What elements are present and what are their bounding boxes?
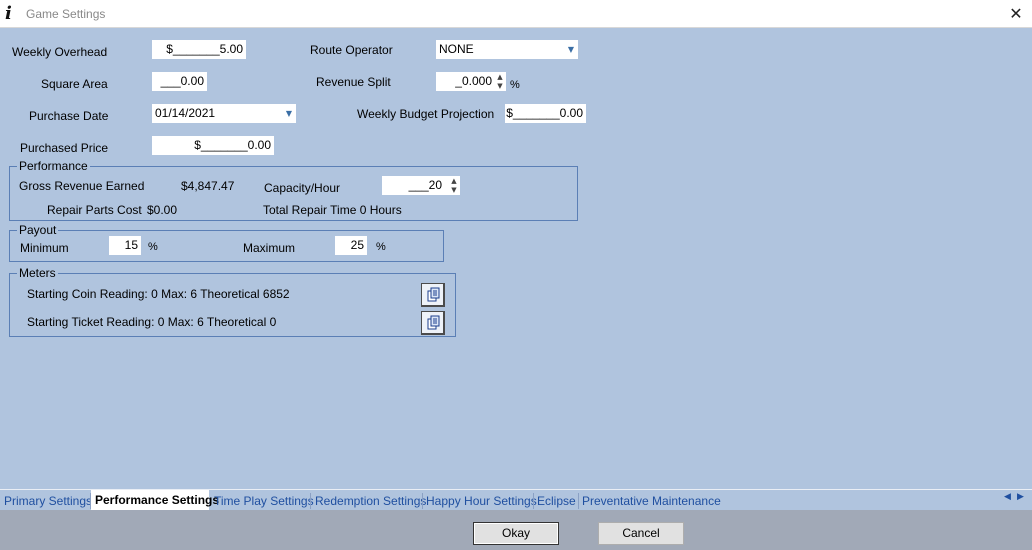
tab-primary-settings[interactable]: Primary Settings xyxy=(0,492,92,510)
weekly-overhead-label: Weekly Overhead xyxy=(12,45,108,59)
square-area-label: Square Area xyxy=(41,77,108,91)
stepper-down-icon[interactable]: ▼ xyxy=(496,82,504,90)
payout-maximum-field[interactable]: 25 xyxy=(335,236,367,255)
stepper-up-icon[interactable]: ▲ xyxy=(450,177,458,185)
dialog-button-bar: Okay Cancel xyxy=(0,510,1032,550)
route-operator-value: NONE xyxy=(439,42,474,56)
capacity-value: ___20 xyxy=(408,178,442,192)
clipboard-icon xyxy=(427,315,440,330)
meters-group-title: Meters xyxy=(17,266,58,280)
stepper-down-icon[interactable]: ▼ xyxy=(450,186,458,194)
gross-revenue-label: Gross Revenue Earned xyxy=(19,179,145,193)
payout-group-title: Payout xyxy=(17,223,59,237)
tab-scroll-left-icon[interactable]: ◀ xyxy=(1004,492,1011,502)
chevron-down-icon[interactable]: ▼ xyxy=(286,104,292,123)
okay-button[interactable]: Okay xyxy=(473,522,559,545)
title-bar: i Game Settings ✕ xyxy=(0,0,1032,28)
ticket-meter-button[interactable] xyxy=(421,311,445,335)
tab-performance-settings[interactable]: Performance Settings xyxy=(91,490,219,511)
purchased-price-label: Purchased Price xyxy=(20,141,109,155)
purchased-price-field[interactable]: $_______0.00 xyxy=(152,136,274,155)
payout-maximum-unit: % xyxy=(376,241,386,253)
weekly-budget-label: Weekly Budget Projection xyxy=(357,107,495,121)
clipboard-icon xyxy=(427,287,440,302)
route-operator-select[interactable]: NONE ▼ xyxy=(436,40,578,59)
tab-strip: Primary Settings Performance Settings Ti… xyxy=(0,489,1032,511)
tab-scroll-right-icon[interactable]: ▶ xyxy=(1017,492,1024,502)
revenue-split-value: _0.000 xyxy=(455,74,492,88)
performance-group-title: Performance xyxy=(17,159,90,173)
purchase-date-label: Purchase Date xyxy=(29,109,109,123)
payout-maximum-label: Maximum xyxy=(243,241,296,255)
revenue-split-stepper[interactable]: _0.000 ▲ ▼ xyxy=(436,72,506,91)
capacity-label: Capacity/Hour xyxy=(264,181,341,195)
revenue-split-unit: % xyxy=(510,79,520,91)
weekly-budget-field[interactable]: $_______0.00 xyxy=(505,104,586,123)
revenue-split-label: Revenue Split xyxy=(316,75,391,89)
repair-parts-label: Repair Parts Cost xyxy=(47,203,142,217)
weekly-overhead-field[interactable]: $_______5.00 xyxy=(152,40,246,59)
window-title: Game Settings xyxy=(26,7,106,21)
stepper-up-icon[interactable]: ▲ xyxy=(496,73,504,81)
coin-meter-button[interactable] xyxy=(421,283,445,307)
tab-preventative-maintenance[interactable]: Preventative Maintenance xyxy=(578,492,721,510)
tab-happy-hour-settings[interactable]: Happy Hour Settings xyxy=(422,492,537,510)
tab-redemption-settings[interactable]: Redemption Settings xyxy=(311,492,426,510)
payout-minimum-label: Minimum xyxy=(20,241,69,255)
cancel-button[interactable]: Cancel xyxy=(598,522,684,545)
ticket-reading-text: Starting Ticket Reading: 0 Max: 6 Theore… xyxy=(27,315,277,329)
capacity-stepper[interactable]: ___20 ▲ ▼ xyxy=(382,176,460,195)
repair-parts-value: $0.00 xyxy=(147,203,178,217)
payout-minimum-field[interactable]: 15 xyxy=(109,236,141,255)
square-area-field[interactable]: ___0.00 xyxy=(152,72,207,91)
tab-time-play-settings[interactable]: Time Play Settings xyxy=(210,492,314,510)
gross-revenue-value: $4,847.47 xyxy=(181,179,235,193)
purchase-date-picker[interactable]: 01/14/2021 ▼ xyxy=(152,104,296,123)
purchase-date-value: 01/14/2021 xyxy=(155,106,216,120)
payout-minimum-unit: % xyxy=(148,241,158,253)
close-icon[interactable]: ✕ xyxy=(1000,0,1032,28)
info-i-icon: i xyxy=(5,3,12,24)
chevron-down-icon[interactable]: ▼ xyxy=(568,40,574,59)
route-operator-label: Route Operator xyxy=(310,43,393,57)
repair-time-text: Total Repair Time 0 Hours xyxy=(263,203,402,217)
coin-reading-text: Starting Coin Reading: 0 Max: 6 Theoreti… xyxy=(27,287,290,301)
tab-eclipse[interactable]: Eclipse xyxy=(533,492,576,510)
